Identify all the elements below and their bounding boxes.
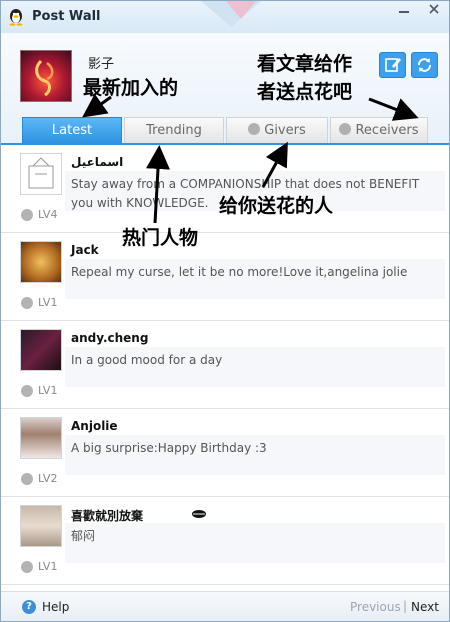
- list-item[interactable]: 喜歡就別放棄 郁闷 LV1: [1, 497, 449, 585]
- tab-givers-label: Givers: [264, 123, 306, 138]
- qq-penguin-icon: [9, 9, 23, 26]
- avatar[interactable]: [20, 153, 62, 195]
- refresh-button[interactable]: [411, 52, 438, 78]
- annotation-trending: 热门人物: [122, 227, 199, 249]
- list-item[interactable]: Anjolie A big surprise:Happy Birthday :3…: [1, 409, 449, 497]
- refresh-icon: [418, 58, 431, 72]
- post-text: 郁闷: [71, 529, 96, 543]
- help-link[interactable]: Help: [42, 600, 69, 614]
- avatar[interactable]: [20, 241, 62, 283]
- next-link[interactable]: Next: [411, 600, 439, 614]
- avatar[interactable]: [20, 50, 72, 102]
- level-badge: LV2: [38, 472, 58, 485]
- tab-receivers[interactable]: Receivers: [330, 117, 428, 143]
- list-item[interactable]: andy.cheng In a good mood for a day LV1: [1, 321, 449, 409]
- avatar[interactable]: [20, 505, 62, 547]
- post-text: Repeal my curse, let it be no more!Love …: [71, 265, 408, 279]
- level-badge: LV1: [38, 384, 58, 397]
- tab-trending-label: Trending: [146, 123, 202, 138]
- close-icon: [429, 4, 439, 14]
- annotation-givers: 给你送花的人: [219, 195, 334, 217]
- post-author[interactable]: Anjolie: [71, 419, 118, 433]
- avatar[interactable]: [20, 417, 62, 459]
- title-bar: Post Wall: [1, 1, 449, 33]
- avatar[interactable]: [20, 329, 62, 371]
- tab-latest[interactable]: Latest: [22, 117, 122, 143]
- flower-icon: [339, 123, 352, 135]
- flower-icon[interactable]: [21, 473, 33, 485]
- footer-bar: ? Help Previous | Next: [1, 591, 449, 621]
- tab-receivers-label: Receivers: [355, 123, 419, 138]
- close-button[interactable]: [423, 3, 445, 21]
- level-badge: LV1: [38, 296, 58, 309]
- annotation-latest: 最新加入的: [83, 77, 179, 99]
- pager-separator: |: [403, 599, 408, 613]
- flower-icon[interactable]: [21, 561, 33, 573]
- flower-icon[interactable]: [21, 297, 33, 309]
- tab-trending[interactable]: Trending: [124, 117, 224, 143]
- post-author[interactable]: اسماعيل: [71, 155, 123, 169]
- post-author[interactable]: 喜歡就別放棄: [71, 507, 143, 524]
- post-wall-window: Post Wall 影子 最新加入的 看文章给作 者送点花吧 Latest Tr…: [0, 0, 450, 622]
- post-author[interactable]: andy.cheng: [71, 331, 148, 345]
- minimize-icon: [399, 11, 409, 13]
- previous-link[interactable]: Previous: [350, 600, 401, 614]
- tab-latest-label: Latest: [51, 123, 93, 138]
- post-author[interactable]: Jack: [71, 243, 99, 257]
- annotation-article-line1: 看文章给作: [257, 53, 353, 75]
- profile-header: 影子 最新加入的 看文章给作 者送点花吧 Latest Trending Giv: [1, 33, 449, 145]
- minimize-button[interactable]: [393, 3, 415, 21]
- annotation-article-line2: 者送点花吧: [257, 81, 353, 103]
- window-title: Post Wall: [32, 9, 101, 24]
- avatar-art-icon: [35, 59, 54, 97]
- post-text: A big surprise:Happy Birthday :3: [71, 441, 267, 455]
- lips-emoji-icon: [192, 510, 206, 518]
- level-badge: LV1: [38, 560, 58, 573]
- help-icon[interactable]: ?: [22, 600, 36, 614]
- tab-givers[interactable]: Givers: [226, 117, 328, 143]
- profile-username: 影子: [88, 57, 115, 72]
- list-item[interactable]: اسماعيل Stay away from a COMPANIONSHIP t…: [1, 145, 449, 233]
- post-text: In a good mood for a day: [71, 353, 223, 367]
- compose-button[interactable]: [379, 52, 406, 78]
- flower-icon[interactable]: [21, 385, 33, 397]
- avatar-image-icon: [28, 157, 54, 189]
- flower-icon: [248, 123, 261, 135]
- list-item[interactable]: Jack Repeal my curse, let it be no more!…: [1, 233, 449, 321]
- level-badge: LV4: [38, 208, 58, 221]
- flower-icon[interactable]: [21, 209, 33, 221]
- edit-icon: [385, 58, 401, 72]
